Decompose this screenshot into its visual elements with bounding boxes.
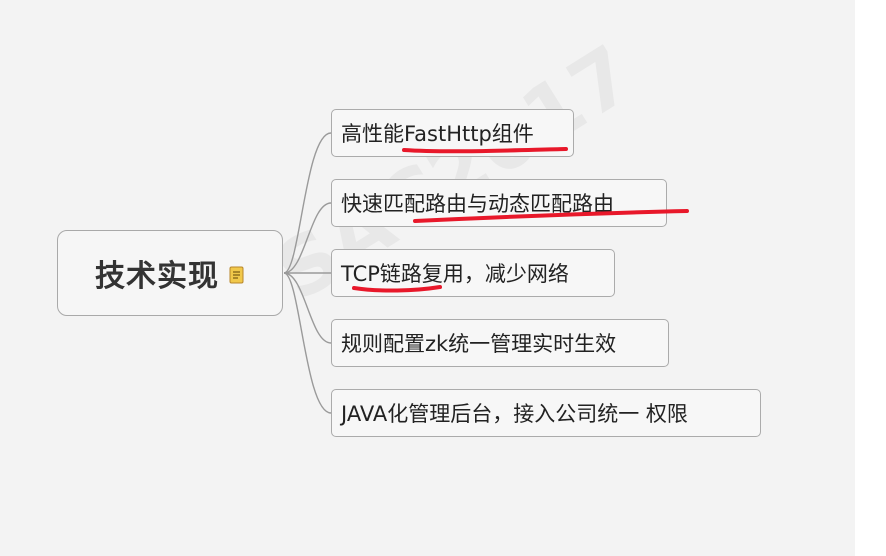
root-title: 技术实现 (95, 259, 219, 294)
branch-label: 规则配置zk统一管理实时生效 (341, 332, 617, 356)
connector-5 (283, 272, 332, 414)
branch-node-tcp[interactable]: TCP链路复用，减少网络 (331, 249, 615, 297)
note-icon (229, 266, 244, 284)
branch-label: TCP链路复用，减少网络 (341, 262, 569, 286)
root-node[interactable]: 技术实现 (57, 230, 283, 316)
branch-node-fasthttp[interactable]: 高性能FastHttp组件 (331, 109, 574, 157)
branch-label: 快速匹配路由与动态匹配路由 (341, 192, 614, 216)
branch-node-zk-config[interactable]: 规则配置zk统一管理实时生效 (331, 319, 669, 367)
branch-node-java-admin[interactable]: JAVA化管理后台，接入公司统一 权限 (331, 389, 761, 437)
branch-label: 高性能FastHttp组件 (341, 122, 534, 146)
branch-label: JAVA化管理后台，接入公司统一 权限 (341, 402, 688, 426)
branch-node-routing[interactable]: 快速匹配路由与动态匹配路由 (331, 179, 667, 227)
connector-1 (283, 132, 332, 274)
